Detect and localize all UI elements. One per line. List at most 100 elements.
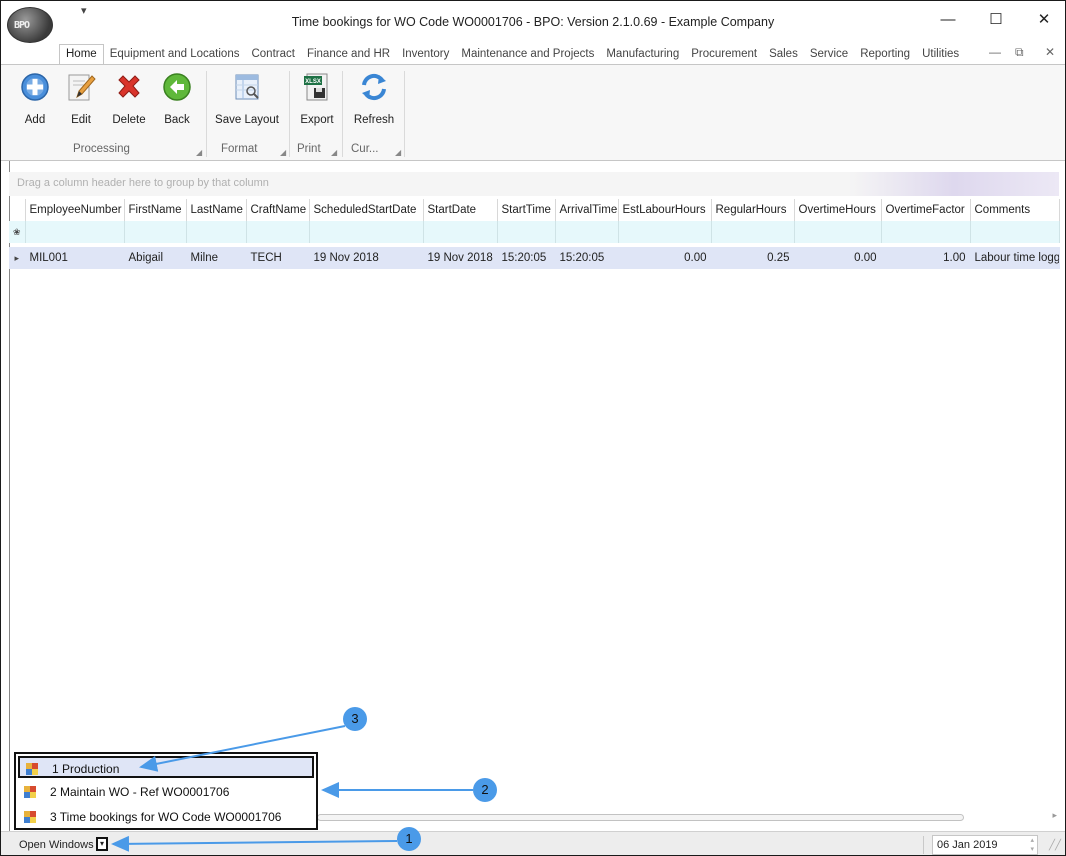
callout-badge: 2 bbox=[473, 778, 497, 802]
cell-comments[interactable]: Labour time logged bbox=[970, 247, 1060, 269]
open-windows-dropdown-icon[interactable]: ▾ bbox=[96, 837, 108, 851]
filter-cell[interactable] bbox=[970, 221, 1060, 243]
column-header-scheduledstartdate[interactable]: ScheduledStartDate bbox=[309, 199, 424, 221]
column-header-overtimehours[interactable]: OvertimeHours bbox=[794, 199, 882, 221]
tab-procurement[interactable]: Procurement bbox=[685, 45, 763, 65]
column-header-arrivaltime[interactable]: ArrivalTime bbox=[555, 199, 619, 221]
current-launcher-icon[interactable]: ◢ bbox=[395, 148, 401, 157]
back-button[interactable]: Back bbox=[155, 71, 199, 126]
group-separator bbox=[342, 71, 343, 157]
refresh-label: Refresh bbox=[353, 114, 395, 126]
column-header-lastname[interactable]: LastName bbox=[186, 199, 247, 221]
maximize-button[interactable]: ☐ bbox=[981, 9, 1011, 33]
window-icon bbox=[26, 763, 38, 775]
cell-regularhours[interactable]: 0.25 bbox=[711, 247, 795, 269]
cell-startdate[interactable]: 19 Nov 2018 bbox=[423, 247, 498, 269]
cell-overtimefactor[interactable]: 1.00 bbox=[881, 247, 971, 269]
date-spin-icon[interactable]: ▴ ▾ bbox=[1030, 836, 1034, 854]
group-by-panel[interactable]: Drag a column header here to group by th… bbox=[9, 172, 1059, 196]
filter-cell[interactable] bbox=[246, 221, 310, 243]
column-header-comments[interactable]: Comments bbox=[970, 199, 1060, 221]
column-header-estlabourhours[interactable]: EstLabourHours bbox=[618, 199, 712, 221]
filter-cell[interactable] bbox=[711, 221, 795, 243]
table-row[interactable]: ▸ MIL001 Abigail Milne TECH 19 Nov 2018 … bbox=[9, 247, 1060, 269]
title-bar: BPO ▾ Time bookings for WO Code WO000170… bbox=[1, 1, 1065, 45]
column-header-employeenumber[interactable]: EmployeeNumber bbox=[25, 199, 125, 221]
mdi-restore-button[interactable]: ⧉ bbox=[1015, 45, 1024, 60]
filter-cell[interactable] bbox=[25, 221, 125, 243]
group-panel-hint: Drag a column header here to group by th… bbox=[17, 177, 269, 189]
save-layout-label: Save Layout bbox=[215, 114, 279, 126]
save-layout-button[interactable]: Save Layout bbox=[213, 71, 281, 126]
cell-firstname[interactable]: Abigail bbox=[124, 247, 187, 269]
window-icon bbox=[24, 811, 36, 823]
save-layout-icon bbox=[235, 74, 259, 100]
cell-employeenumber[interactable]: MIL001 bbox=[25, 247, 125, 269]
column-header-overtimefactor[interactable]: OvertimeFactor bbox=[881, 199, 971, 221]
cell-starttime[interactable]: 15:20:05 bbox=[497, 247, 556, 269]
column-header-starttime[interactable]: StartTime bbox=[497, 199, 556, 221]
ribbon-tabs: Home Equipment and Locations Contract Finan… bbox=[59, 44, 1065, 64]
edit-button[interactable]: Edit bbox=[59, 71, 103, 126]
cell-arrivaltime[interactable]: 15:20:05 bbox=[555, 247, 619, 269]
column-header-craftname[interactable]: CraftName bbox=[246, 199, 310, 221]
app-window: BPO ▾ Time bookings for WO Code WO000170… bbox=[0, 0, 1066, 856]
group-processing-label: Processing bbox=[73, 143, 130, 155]
filter-cell[interactable] bbox=[186, 221, 247, 243]
filter-cell[interactable] bbox=[794, 221, 882, 243]
filter-cell[interactable] bbox=[309, 221, 424, 243]
export-icon-text: XLSX bbox=[305, 79, 321, 85]
tab-finance-and-hr[interactable]: Finance and HR bbox=[301, 45, 396, 65]
column-header-regularhours[interactable]: RegularHours bbox=[711, 199, 795, 221]
tab-sales[interactable]: Sales bbox=[763, 45, 804, 65]
column-header-firstname[interactable]: FirstName bbox=[124, 199, 187, 221]
refresh-button[interactable]: Refresh bbox=[349, 71, 399, 126]
tab-reporting[interactable]: Reporting bbox=[854, 45, 916, 65]
horizontal-scrollbar[interactable]: ▸ bbox=[317, 809, 1059, 825]
filter-cell[interactable] bbox=[497, 221, 556, 243]
column-header-startdate[interactable]: StartDate bbox=[423, 199, 498, 221]
menu-item-time-bookings[interactable]: 3 Time bookings for WO Code WO0001706 bbox=[18, 806, 314, 828]
resize-grip-icon[interactable]: ╱╱ bbox=[1049, 840, 1061, 851]
filter-cell[interactable] bbox=[618, 221, 712, 243]
group-separator bbox=[404, 71, 405, 157]
delete-button[interactable]: Delete bbox=[107, 71, 151, 126]
filter-cell[interactable] bbox=[124, 221, 187, 243]
scroll-right-icon[interactable]: ▸ bbox=[1052, 810, 1057, 821]
mdi-minimize-button[interactable]: — bbox=[989, 45, 1001, 59]
filter-cell[interactable] bbox=[555, 221, 619, 243]
current-date-field[interactable]: 06 Jan 2019 ▴ ▾ bbox=[932, 835, 1038, 855]
minimize-button[interactable]: — bbox=[933, 9, 963, 33]
add-button[interactable]: Add bbox=[13, 71, 57, 126]
status-separator bbox=[923, 836, 924, 854]
menu-item-maintain-wo[interactable]: 2 Maintain WO - Ref WO0001706 bbox=[18, 781, 314, 803]
group-print-label: Print bbox=[297, 143, 321, 155]
open-windows-label[interactable]: Open Windows bbox=[19, 839, 94, 851]
cell-overtimehours[interactable]: 0.00 bbox=[794, 247, 882, 269]
tab-manufacturing[interactable]: Manufacturing bbox=[600, 45, 685, 65]
filter-cell[interactable] bbox=[423, 221, 498, 243]
edit-icon bbox=[68, 74, 96, 101]
tab-utilities[interactable]: Utilities bbox=[916, 45, 965, 65]
processing-launcher-icon[interactable]: ◢ bbox=[196, 148, 202, 157]
tab-maintenance-and-projects[interactable]: Maintenance and Projects bbox=[455, 45, 600, 65]
print-launcher-icon[interactable]: ◢ bbox=[331, 148, 337, 157]
export-button[interactable]: XLSX Export bbox=[295, 71, 339, 126]
close-button[interactable]: ✕ bbox=[1029, 9, 1059, 33]
cell-lastname[interactable]: Milne bbox=[186, 247, 247, 269]
cell-scheduledstartdate[interactable]: 19 Nov 2018 bbox=[309, 247, 424, 269]
cell-craftname[interactable]: TECH bbox=[246, 247, 310, 269]
mdi-close-button[interactable]: ✕ bbox=[1045, 45, 1055, 59]
format-launcher-icon[interactable]: ◢ bbox=[280, 148, 286, 157]
tab-contract[interactable]: Contract bbox=[245, 45, 300, 65]
cell-estlabourhours[interactable]: 0.00 bbox=[618, 247, 712, 269]
tab-equipment-and-locations[interactable]: Equipment and Locations bbox=[104, 45, 246, 65]
menu-item-production[interactable]: 1 Production bbox=[18, 756, 314, 778]
tab-inventory[interactable]: Inventory bbox=[396, 45, 455, 65]
scrollbar-thumb[interactable] bbox=[317, 814, 964, 821]
filter-cell[interactable] bbox=[881, 221, 971, 243]
auto-filter-row: ❀ bbox=[9, 221, 1060, 243]
tab-home[interactable]: Home bbox=[59, 44, 104, 64]
group-separator bbox=[289, 71, 290, 157]
tab-service[interactable]: Service bbox=[804, 45, 854, 65]
